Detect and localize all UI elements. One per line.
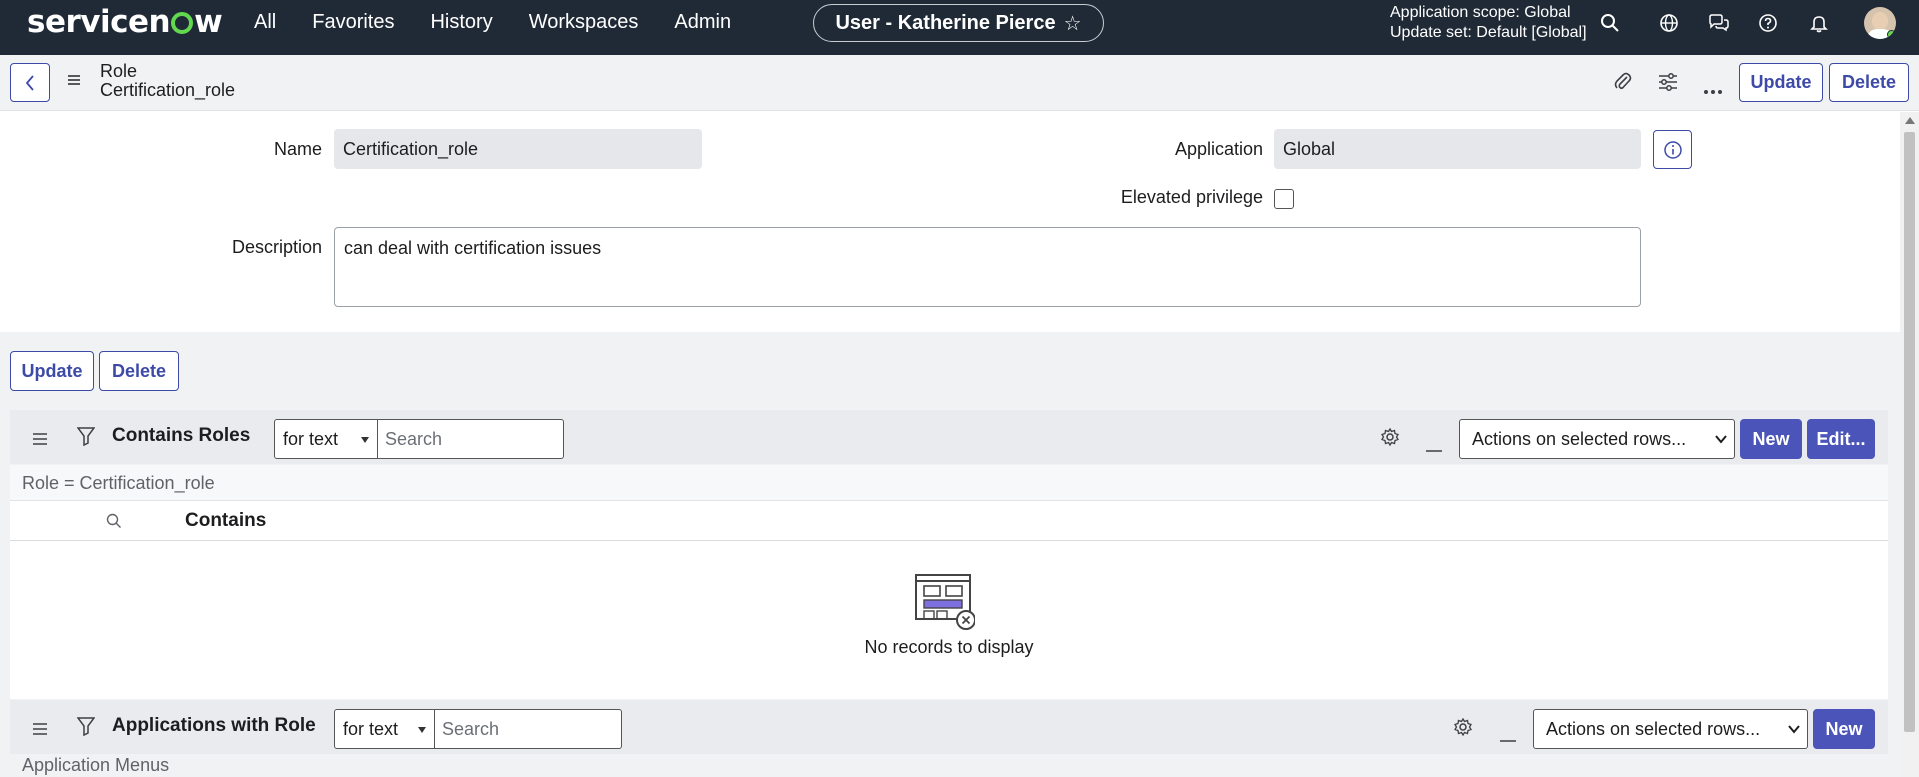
attachment-icon[interactable] [1613, 71, 1633, 98]
list-menu-icon[interactable] [32, 720, 48, 741]
list-column-header-row: Contains [10, 501, 1888, 541]
column-search-icon[interactable] [106, 513, 122, 534]
form-delete-button[interactable]: Delete [99, 351, 179, 391]
description-textarea[interactable]: can deal with certification issues [334, 227, 1641, 307]
collapse-icon[interactable] [1426, 436, 1442, 457]
context-menu-icon[interactable] [66, 71, 82, 92]
context-pill-label: User - Katherine Pierce [835, 11, 1056, 34]
info-icon[interactable] [1653, 130, 1692, 169]
applications-with-role-title: Applications with Role [112, 715, 316, 736]
actions-on-selected-rows-select[interactable]: Actions on selected rows... [1533, 709, 1808, 749]
nav-workspaces[interactable]: Workspaces [529, 0, 639, 45]
search-type-select[interactable]: for text [334, 709, 435, 749]
contains-roles-header: Contains Roles for text Search Actions o… [10, 410, 1888, 464]
nav-admin[interactable]: Admin [674, 0, 731, 45]
top-navigation-bar: servicen w All Favorites History Workspac… [0, 0, 1919, 55]
name-field[interactable]: Certification_role [334, 129, 702, 169]
dropdown-caret-icon [418, 727, 426, 733]
elevated-privilege-label: Elevated privilege [1120, 187, 1263, 207]
update-set-line: Update set: Default [Global] [1390, 24, 1587, 41]
scroll-up-arrow-icon[interactable] [1905, 117, 1915, 124]
back-button[interactable] [10, 63, 50, 102]
application-scope-info[interactable]: Application scope: Global Update set: De… [1390, 3, 1587, 43]
nav-history[interactable]: History [430, 0, 492, 45]
applications-search-input[interactable]: Search [435, 709, 622, 749]
header-delete-button[interactable]: Delete [1829, 63, 1909, 102]
contains-roles-new-button[interactable]: New [1740, 419, 1802, 459]
role-form: Name Certification_role Application Glob… [0, 112, 1900, 332]
search-type-value: for text [283, 428, 339, 449]
logo-text-right: w [194, 4, 223, 40]
context-pill[interactable]: User - Katherine Pierce ☆ [813, 4, 1104, 42]
description-label: Description [231, 237, 322, 257]
scope-line: Application scope: Global [1390, 4, 1571, 21]
filter-condition-text: Role = Certification_role [22, 473, 215, 493]
page-scrollbar[interactable] [1900, 112, 1919, 777]
record-header-bar: Role Certification_role Update Delete [0, 55, 1919, 111]
logo-text-left: servicen [27, 4, 171, 40]
main-menu: All Favorites History Workspaces Admin [254, 0, 767, 45]
help-icon[interactable] [1755, 10, 1781, 36]
filter-icon[interactable] [76, 716, 96, 741]
user-avatar[interactable] [1864, 7, 1896, 39]
record-table-name: Role [100, 61, 138, 81]
empty-list-illustration-icon [915, 574, 976, 635]
search-icon[interactable] [1597, 10, 1623, 36]
notifications-bell-icon[interactable] [1806, 10, 1832, 36]
list-menu-icon[interactable] [32, 430, 48, 451]
contains-roles-title: Contains Roles [112, 425, 251, 446]
contains-roles-search-input[interactable]: Search [378, 419, 564, 459]
chevron-down-icon [1787, 719, 1801, 744]
gear-icon[interactable] [1380, 427, 1400, 452]
chat-icon[interactable] [1706, 10, 1732, 36]
contains-roles-edit-button[interactable]: Edit... [1807, 419, 1875, 459]
globe-icon[interactable] [1656, 10, 1682, 36]
no-records-message: No records to display [864, 637, 1034, 657]
header-update-button[interactable]: Update [1739, 63, 1823, 102]
logo-o-mark [171, 12, 194, 34]
gear-icon[interactable] [1453, 717, 1473, 742]
filter-icon[interactable] [76, 426, 96, 451]
application-menus-label: Application Menus [22, 755, 170, 775]
dropdown-caret-icon [361, 437, 369, 443]
actions-on-selected-rows-select[interactable]: Actions on selected rows... [1459, 419, 1735, 459]
online-status-dot [1887, 30, 1896, 39]
scrollbar-thumb[interactable] [1904, 132, 1915, 732]
applications-with-role-header: Applications with Role for text Search A… [10, 700, 1888, 754]
nav-all[interactable]: All [254, 0, 276, 45]
record-title: Role Certification_role [100, 62, 235, 100]
nav-favorites[interactable]: Favorites [312, 0, 394, 45]
chevron-down-icon [1714, 429, 1728, 454]
actions-select-value: Actions on selected rows... [1472, 428, 1687, 449]
record-display-value: Certification_role [100, 80, 236, 100]
breadcrumb-filter[interactable]: Role = Certification_role [10, 465, 1888, 501]
star-icon[interactable]: ☆ [1064, 11, 1082, 36]
actions-select-value: Actions on selected rows... [1546, 718, 1761, 739]
application-label: Application [1174, 139, 1263, 159]
servicenow-logo[interactable]: servicen w [27, 4, 223, 40]
form-update-button[interactable]: Update [10, 351, 94, 391]
elevated-privilege-checkbox[interactable] [1274, 189, 1294, 209]
personalize-form-icon[interactable] [1657, 71, 1679, 98]
empty-list-area: No records to display [10, 541, 1888, 699]
collapse-icon[interactable] [1500, 726, 1516, 747]
applications-new-button[interactable]: New [1813, 709, 1875, 749]
column-header-contains[interactable]: Contains [185, 510, 266, 532]
search-type-value: for text [343, 718, 399, 739]
more-options-icon[interactable] [1703, 79, 1723, 100]
application-field[interactable]: Global [1274, 129, 1641, 169]
search-type-select[interactable]: for text [274, 419, 378, 459]
name-label: Name [273, 139, 322, 159]
